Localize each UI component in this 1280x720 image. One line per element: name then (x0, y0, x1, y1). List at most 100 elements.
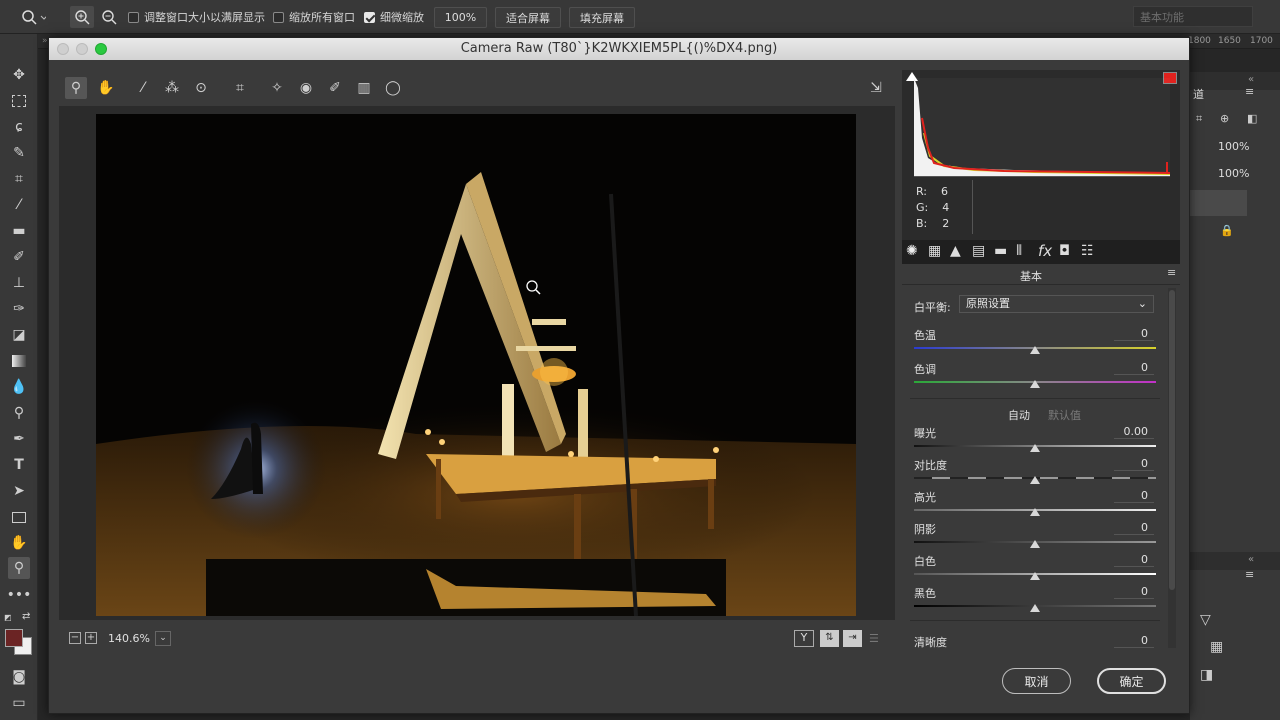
scrubby-zoom-checkbox[interactable]: 细微缩放 (364, 0, 424, 34)
workspace-select[interactable]: 基本功能 (1133, 6, 1253, 27)
cancel-button[interactable]: 取消 (1002, 668, 1071, 694)
lasso-tool-icon[interactable]: ɕ (8, 116, 30, 138)
more-tools-icon[interactable]: ••• (7, 584, 32, 606)
slider-value[interactable]: 0.00 (1114, 425, 1154, 439)
lock-position-icon[interactable]: ⊕ (1220, 112, 1229, 125)
fit-window-checkbox[interactable]: 调整窗口大小以满屏显示 (128, 0, 265, 34)
zoom-tool-icon[interactable] (20, 0, 46, 34)
tone-curve-tab-icon[interactable]: ▦ (928, 243, 941, 259)
zoom-out-icon[interactable] (101, 0, 117, 34)
zoom-100-button[interactable]: 100% (434, 7, 487, 28)
eyedropper-tool-icon[interactable]: ⁄ (8, 194, 30, 216)
tint-slider[interactable]: 色调 0 (914, 361, 1156, 391)
zoom-minus-button[interactable]: − (69, 632, 81, 644)
default-colors-icon[interactable]: ◩ (4, 613, 14, 623)
slider-value[interactable]: 0 (1114, 361, 1154, 375)
ok-button[interactable]: 确定 (1097, 668, 1166, 694)
quick-select-icon[interactable]: ✎ (8, 142, 30, 164)
hsl-tab-icon[interactable]: ▤ (972, 243, 985, 259)
camera-calibration-tab-icon[interactable]: ◘ (1059, 243, 1070, 259)
pen-tool-icon[interactable]: ✒ (8, 428, 30, 450)
slider-value[interactable]: 0 (1114, 327, 1154, 341)
detail-tab-icon[interactable]: ▲ (950, 243, 961, 259)
eraser-tool-icon[interactable]: ◪ (8, 324, 30, 346)
white-balance-select[interactable]: 原照设置 ⌄ (959, 295, 1154, 313)
exposure-slider[interactable]: 曝光 0.00 (914, 425, 1156, 455)
cr-white-balance-icon[interactable]: ⁄ (132, 77, 154, 99)
zoom-tool-selected-icon[interactable]: ⚲ (8, 557, 30, 579)
cr-zoom-tool-icon[interactable]: ⚲ (65, 77, 87, 99)
effects-tab-icon[interactable]: fx (1038, 242, 1052, 260)
hand-tool-icon[interactable]: ✋ (8, 532, 30, 554)
zoom-window-button[interactable] (95, 43, 107, 55)
cr-color-sampler-icon[interactable]: ⁂ (161, 77, 183, 99)
cr-radial-filter-icon[interactable]: ◯ (382, 77, 404, 99)
cr-adjust-brush-icon[interactable]: ✐ (324, 77, 346, 99)
before-after-toggle-icon[interactable]: Y (794, 630, 814, 647)
crop-tool-icon[interactable]: ⌗ (8, 168, 30, 190)
grid-icon[interactable]: ▦ (1210, 639, 1223, 655)
split-toning-tab-icon[interactable]: ▬ (994, 243, 1007, 259)
opacity-value[interactable]: 100% (1218, 140, 1249, 153)
zoom-all-checkbox[interactable]: 缩放所有窗口 (273, 0, 355, 34)
clarity-slider[interactable]: 清晰度 0 (914, 634, 1154, 650)
slider-value[interactable]: 0 (1114, 521, 1154, 535)
zoom-plus-button[interactable]: + (85, 632, 97, 644)
brush-tool-icon[interactable]: ✐ (8, 246, 30, 268)
preview-settings-icon[interactable]: ☰ (869, 632, 879, 645)
cr-graduated-filter-icon[interactable]: ▥ (353, 77, 375, 99)
lens-tab-icon[interactable]: ⦀ (1016, 243, 1022, 259)
type-tool-icon[interactable]: T (8, 454, 30, 476)
photo-canvas[interactable] (96, 114, 856, 616)
auto-link[interactable]: 自动 (1008, 407, 1030, 423)
cr-targeted-adjust-icon[interactable]: ⊙ (190, 77, 212, 99)
foreground-color-swatch[interactable] (5, 629, 23, 647)
shadows-slider[interactable]: 阴影 0 (914, 521, 1156, 551)
cr-open-preferences-icon[interactable]: ⇲ (865, 77, 887, 99)
marquee-tool-icon[interactable] (8, 90, 30, 112)
highlights-slider[interactable]: 高光 0 (914, 489, 1156, 519)
filter-icon[interactable]: ▽ (1200, 612, 1211, 628)
swap-settings-icon[interactable]: ⇅ (820, 630, 839, 647)
collapse-panel-icon[interactable]: « (1248, 554, 1254, 565)
slider-value[interactable]: 0 (1114, 457, 1154, 471)
cr-spot-removal-icon[interactable]: ✧ (266, 77, 288, 99)
zoom-in-icon[interactable] (70, 0, 94, 34)
path-select-icon[interactable]: ➤ (8, 480, 30, 502)
close-window-button[interactable] (57, 43, 69, 55)
rectangle-tool-icon[interactable] (8, 506, 30, 528)
collapse-panel-icon[interactable]: « (1248, 74, 1254, 85)
zoom-dropdown-icon[interactable]: ⌄ (155, 631, 171, 646)
collapse-icon[interactable]: » (42, 36, 48, 46)
temperature-slider[interactable]: 色温 0 (914, 327, 1156, 357)
fill-screen-button[interactable]: 填充屏幕 (569, 7, 635, 28)
panel-menu-icon[interactable]: ≡ (1245, 85, 1254, 98)
quick-mask-icon[interactable]: ◙ (8, 666, 30, 688)
copy-settings-icon[interactable]: ⇥ (843, 630, 862, 647)
slider-value[interactable]: 0 (1114, 585, 1154, 599)
lock-transparency-icon[interactable]: ⌗ (1196, 112, 1202, 126)
cr-hand-tool-icon[interactable]: ✋ (95, 77, 117, 99)
fit-screen-button[interactable]: 适合屏幕 (495, 7, 561, 28)
lock-artboard-icon[interactable]: ◧ (1247, 112, 1257, 125)
move-tool-icon[interactable]: ✥ (8, 64, 30, 86)
slider-value[interactable]: 0 (1114, 553, 1154, 567)
blacks-slider[interactable]: 黑色 0 (914, 585, 1156, 615)
cr-crop-icon[interactable]: ⌗ (229, 77, 251, 99)
image-preview-area[interactable] (59, 106, 895, 620)
minimize-window-button[interactable] (76, 43, 88, 55)
slider-value[interactable]: 0 (1114, 634, 1154, 648)
cr-red-eye-icon[interactable]: ◉ (295, 77, 317, 99)
contrast-slider[interactable]: 对比度 0 (914, 457, 1156, 487)
screen-mode-icon[interactable]: ▭ (8, 692, 30, 714)
panel-scrollbar[interactable] (1168, 288, 1176, 648)
default-link[interactable]: 默认值 (1048, 407, 1081, 423)
panel-menu-icon[interactable]: ≡ (1245, 568, 1254, 581)
zoom-level[interactable]: 140.6% (108, 632, 150, 645)
channels-tab[interactable]: 道 (1193, 86, 1204, 102)
whites-slider[interactable]: 白色 0 (914, 553, 1156, 583)
basic-tab-icon[interactable]: ✺ (906, 243, 918, 259)
dodge-tool-icon[interactable]: ⚲ (8, 402, 30, 424)
history-brush-icon[interactable]: ✑ (8, 298, 30, 320)
panel-menu-icon[interactable]: ≡ (1167, 266, 1176, 279)
